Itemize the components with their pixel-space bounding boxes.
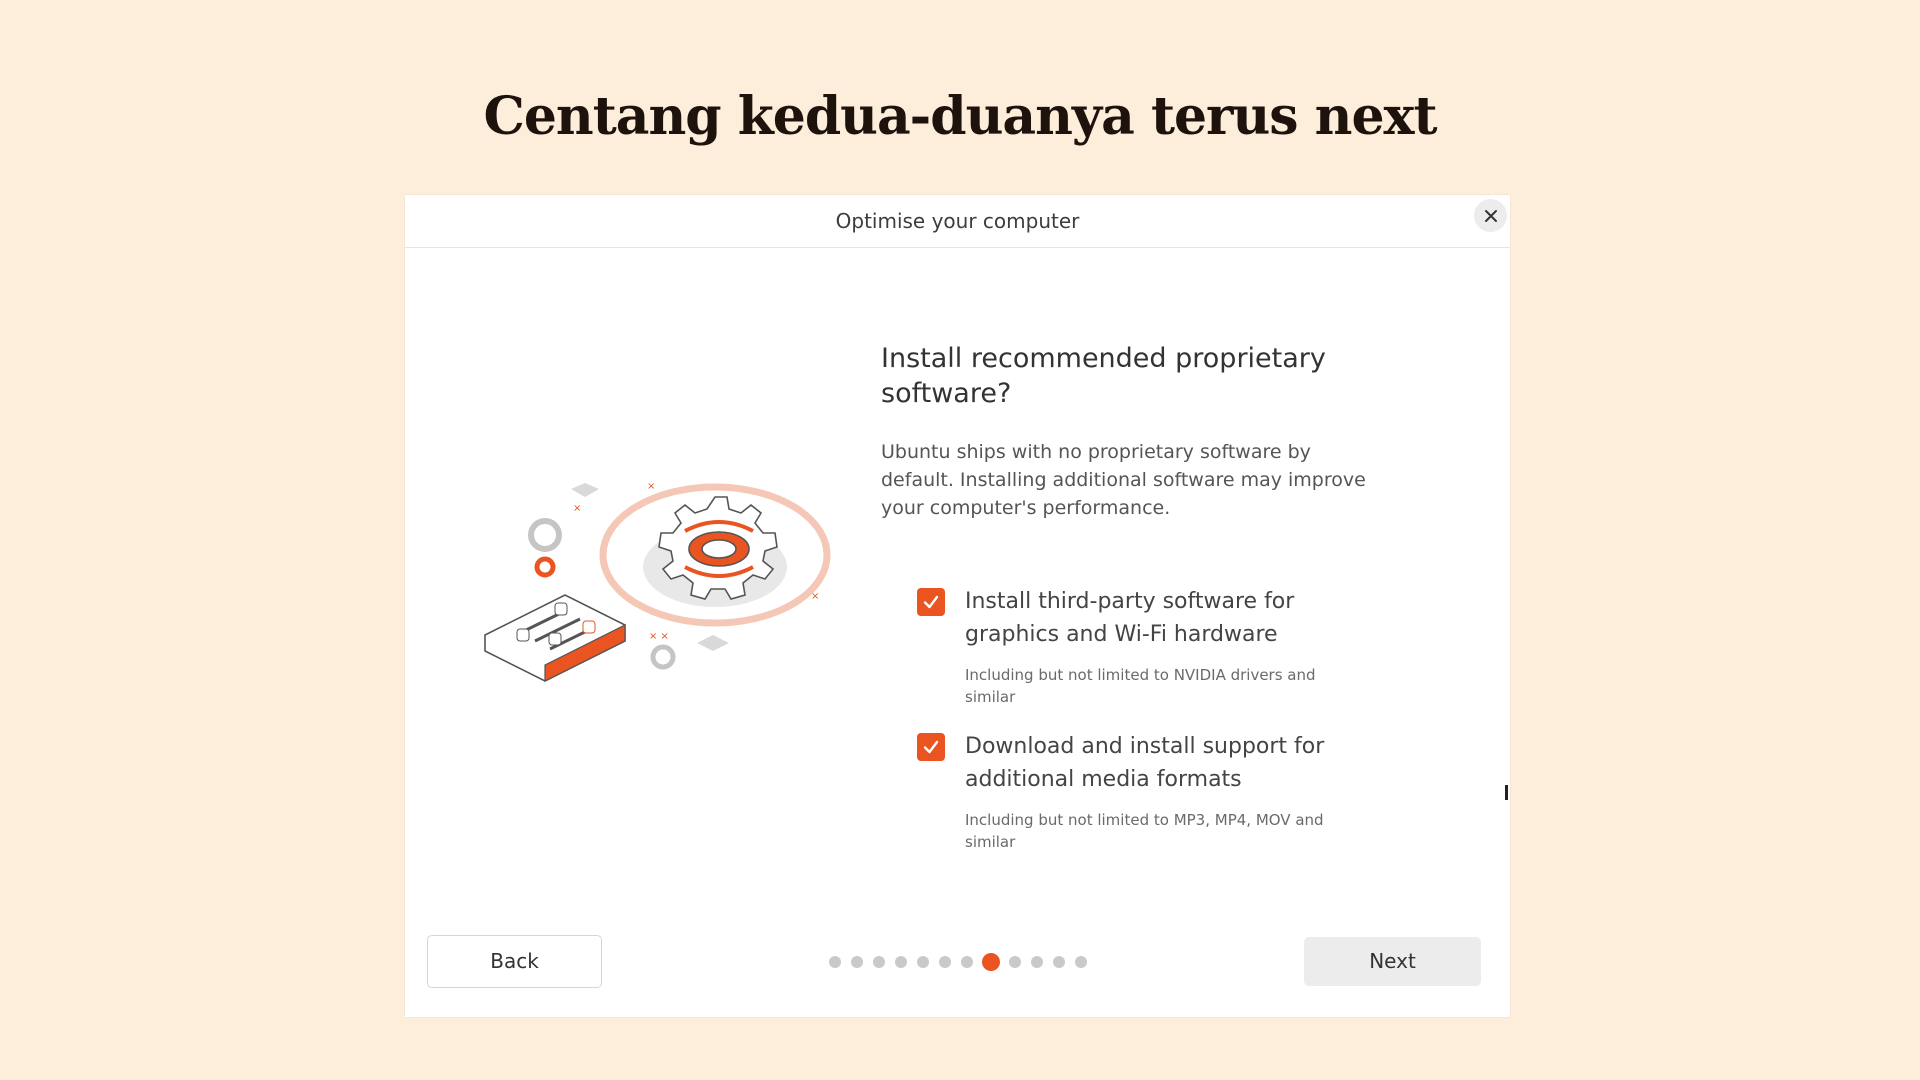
close-button[interactable] bbox=[1474, 199, 1507, 232]
progress-dot bbox=[1008, 956, 1021, 968]
page-heading: Install recommended proprietary software… bbox=[881, 343, 1326, 409]
checkmark-icon bbox=[923, 595, 939, 609]
progress-dot bbox=[872, 956, 885, 968]
content-area: Install recommended proprietary software… bbox=[881, 341, 1381, 522]
page-description: Ubuntu ships with no proprietary softwar… bbox=[881, 441, 1366, 519]
progress-dot bbox=[916, 956, 929, 968]
progress-dot-active bbox=[981, 953, 1000, 971]
svg-text:×: × bbox=[811, 591, 819, 602]
checkmark-icon bbox=[923, 740, 939, 754]
option-sublabel: Including but not limited to MP3, MP4, M… bbox=[965, 811, 1324, 851]
progress-dot bbox=[828, 956, 841, 968]
progress-dot bbox=[960, 956, 973, 968]
checkbox-third-party-software[interactable] bbox=[917, 588, 945, 616]
progress-dot bbox=[1052, 956, 1065, 968]
dialog-header: Optimise your computer bbox=[405, 195, 1510, 248]
close-icon bbox=[1484, 209, 1497, 222]
dialog-title: Optimise your computer bbox=[835, 209, 1080, 233]
optimise-dialog: Optimise your computer × × × × × Install… bbox=[405, 195, 1510, 1017]
progress-dot bbox=[1074, 956, 1087, 968]
progress-dot bbox=[938, 956, 951, 968]
svg-text:×: × bbox=[647, 481, 655, 492]
option-label: Download and install support for additio… bbox=[965, 734, 1325, 792]
checkbox-media-formats[interactable] bbox=[917, 733, 945, 761]
progress-dot bbox=[894, 956, 907, 968]
svg-text:× ×: × × bbox=[649, 631, 669, 642]
svg-text:×: × bbox=[573, 503, 581, 514]
text-cursor bbox=[1505, 785, 1508, 800]
next-button[interactable]: Next bbox=[1304, 937, 1481, 986]
option-label: Install third-party software for graphic… bbox=[965, 589, 1295, 647]
progress-dot bbox=[850, 956, 863, 968]
option-sublabel: Including but not limited to NVIDIA driv… bbox=[965, 666, 1316, 706]
slide-title: Centang kedua-duanya terus next bbox=[483, 86, 1437, 147]
option-media-formats[interactable]: Download and install support for additio… bbox=[917, 730, 1357, 851]
option-third-party-software[interactable]: Install third-party software for graphic… bbox=[917, 585, 1357, 706]
gear-settings-illustration: × × × × × bbox=[484, 481, 831, 682]
progress-dot bbox=[1030, 956, 1043, 968]
